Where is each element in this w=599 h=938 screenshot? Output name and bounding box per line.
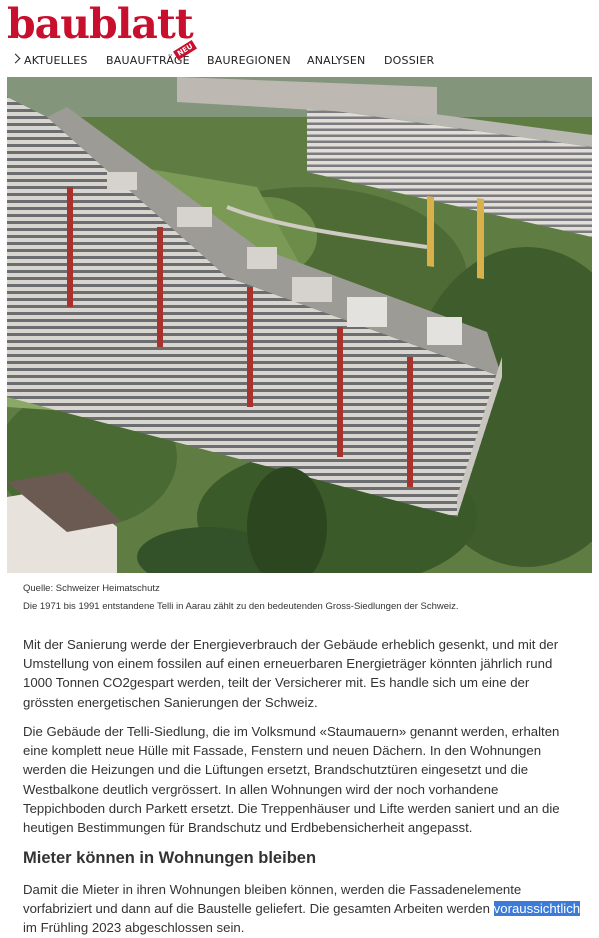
- article-paragraph-3: Damit die Mieter in ihren Wohnungen blei…: [23, 880, 583, 938]
- nav-item-dossier[interactable]: DOSSIER: [384, 54, 434, 67]
- paragraph-text: Damit die Mieter in ihren Wohnungen blei…: [23, 880, 583, 938]
- paragraph-text: Die Gebäude der Telli-Siedlung, die im V…: [23, 724, 560, 836]
- article-paragraph-2: Die Gebäude der Telli-Siedlung, die im V…: [23, 722, 583, 837]
- site-header: baublatt AKTUELLES BAUAUFTRÄGE BAUREGION…: [0, 0, 599, 76]
- nav-item-analysen[interactable]: ANALYSEN: [307, 54, 365, 67]
- article-paragraph-1: Mit der Sanierung werde der Energieverbr…: [23, 635, 583, 712]
- nav-item-aktuelles[interactable]: AKTUELLES: [24, 54, 88, 67]
- paragraph-text-end: im Frühling 2023 abgeschlossen sein.: [23, 920, 245, 936]
- photo-caption: Die 1971 bis 1991 entstandene Telli in A…: [23, 601, 459, 612]
- main-nav: AKTUELLES BAUAUFTRÄGE BAUREGIONEN ANALYS…: [0, 50, 599, 72]
- site-logo[interactable]: baublatt: [7, 2, 194, 46]
- article-photo: [7, 77, 592, 573]
- photo-credit: Quelle: Schweizer Heimatschutz: [23, 583, 160, 594]
- article-subheading: Mieter können in Wohnungen bleiben: [23, 849, 317, 867]
- nav-item-bauregionen[interactable]: BAUREGIONEN: [207, 54, 291, 67]
- aerial-photo-illustration: [7, 77, 592, 573]
- selected-text-highlight[interactable]: voraussichtlich: [493, 901, 581, 917]
- paragraph-text: Mit der Sanierung werde der Energieverbr…: [23, 637, 559, 710]
- chevron-right-icon: [10, 53, 21, 64]
- paragraph-text-start: Damit die Mieter in ihren Wohnungen blei…: [23, 882, 522, 917]
